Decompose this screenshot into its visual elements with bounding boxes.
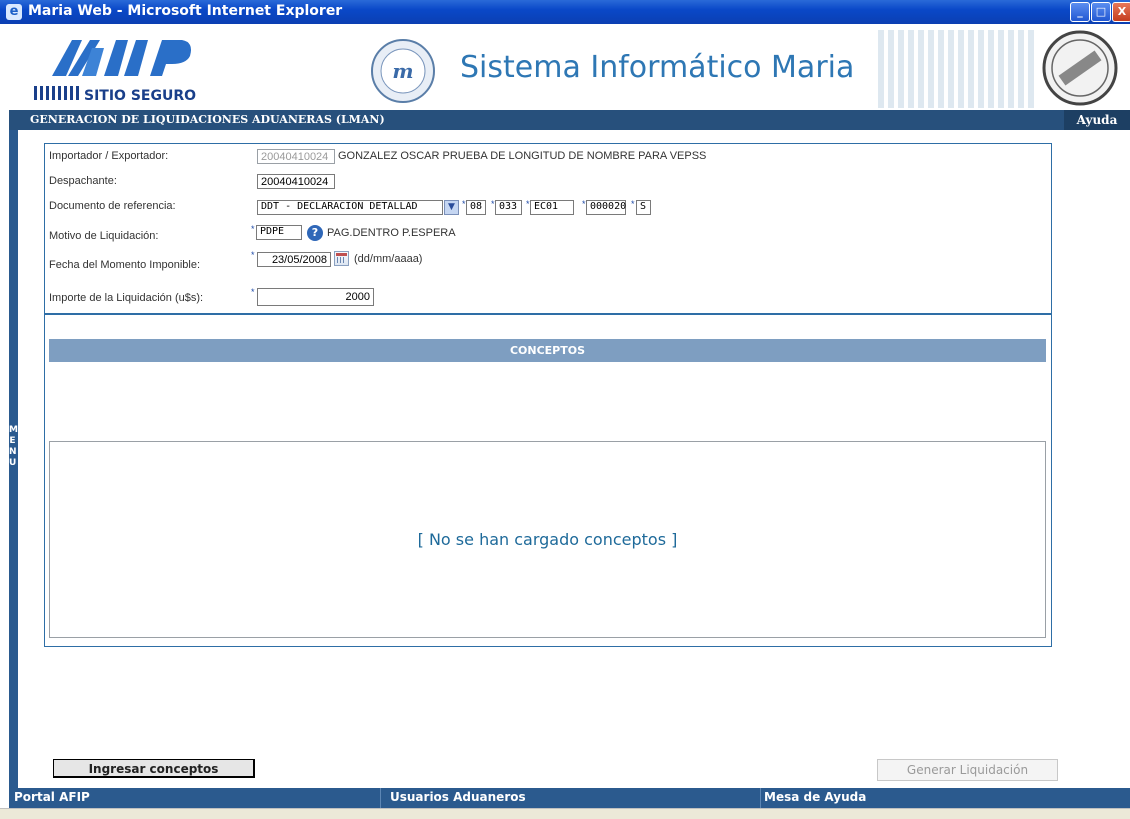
footer-divider [380, 788, 381, 808]
required-mark: * [526, 199, 530, 209]
required-mark: * [251, 224, 255, 234]
calendar-icon[interactable] [334, 251, 349, 266]
required-mark: * [491, 199, 495, 209]
generar-liquidacion-button[interactable]: Generar Liquidación [877, 759, 1058, 781]
ie-icon: e [6, 4, 22, 20]
required-mark: * [251, 250, 255, 260]
footer-divider [760, 788, 761, 808]
required-mark: * [631, 199, 635, 209]
maximize-button[interactable]: □ [1091, 2, 1111, 22]
motivo-field[interactable]: PDPE [256, 225, 302, 240]
side-menu-label: MENU [9, 425, 18, 468]
help-icon[interactable]: ? [307, 225, 323, 241]
doc-field-3[interactable]: EC01 [530, 200, 574, 215]
sim-seal-icon: m [371, 39, 435, 103]
motivo-label: Motivo de Liquidación: [49, 230, 159, 242]
doc-field-2[interactable]: 033 [495, 200, 522, 215]
doc-field-1[interactable]: 08 [466, 200, 486, 215]
chevron-down-icon[interactable]: ▼ [444, 200, 459, 215]
doc-field-5[interactable]: S [636, 200, 651, 215]
despachante-label: Despachante: [49, 175, 117, 187]
footer-link-usuarios[interactable]: Usuarios Aduaneros [390, 790, 526, 804]
conceptos-empty-message: [ No se han cargado conceptos ] [417, 530, 678, 549]
fecha-format-hint: (dd/mm/aaaa) [354, 253, 423, 265]
minimize-button[interactable]: _ [1070, 2, 1090, 22]
fecha-field[interactable]: 23/05/2008 [257, 252, 331, 267]
window-title: Maria Web - Microsoft Internet Explorer [28, 3, 343, 19]
svg-text:SITIO SEGURO: SITIO SEGURO [84, 88, 196, 102]
close-button[interactable]: X [1112, 2, 1130, 22]
required-mark: * [251, 287, 255, 297]
despachante-field[interactable]: 20040410024 [257, 174, 335, 189]
documento-label: Documento de referencia: [49, 200, 176, 212]
svg-text:m: m [392, 59, 413, 83]
afip-logo: SITIO SEGURO [34, 40, 196, 102]
lean-stamp-icon [1042, 30, 1118, 106]
browser-status-bar [0, 808, 1130, 819]
documento-type-select[interactable]: DDT - DECLARACION DETALLAD [257, 200, 443, 215]
importador-cuit-field: 20040410024 [257, 149, 335, 164]
importador-name: GONZALEZ OSCAR PRUEBA DE LONGITUD DE NOM… [338, 150, 707, 162]
importe-label: Importe de la Liquidación (u$s): [49, 292, 204, 304]
required-mark: * [462, 199, 466, 209]
help-button[interactable]: Ayuda [1064, 110, 1130, 130]
importador-label: Importador / Exportador: [49, 150, 169, 162]
footer-bar [9, 788, 1130, 808]
doc-field-4[interactable]: 000020 [586, 200, 626, 215]
importe-field[interactable]: 2000 [257, 288, 374, 306]
conceptos-header: CONCEPTOS [49, 339, 1046, 362]
form-panel [44, 143, 1052, 315]
page-title: GENERACION DE LIQUIDACIONES ADUANERAS (L… [30, 113, 385, 126]
required-mark: * [582, 199, 586, 209]
motivo-description: PAG.DENTRO P.ESPERA [327, 227, 456, 239]
system-title: Sistema Informático Maria [460, 50, 855, 85]
footer-link-mesa[interactable]: Mesa de Ayuda [764, 790, 866, 804]
ingresar-conceptos-button[interactable]: Ingresar conceptos [53, 759, 255, 778]
window-title-bar: e Maria Web - Microsoft Internet Explore… [0, 0, 1130, 24]
footer-link-portal[interactable]: Portal AFIP [14, 790, 90, 804]
fecha-label: Fecha del Momento Imponible: [49, 259, 201, 271]
app-header: SITIO SEGURO m Sistema Informático Maria [0, 24, 1130, 110]
decorative-pattern [878, 30, 1038, 108]
